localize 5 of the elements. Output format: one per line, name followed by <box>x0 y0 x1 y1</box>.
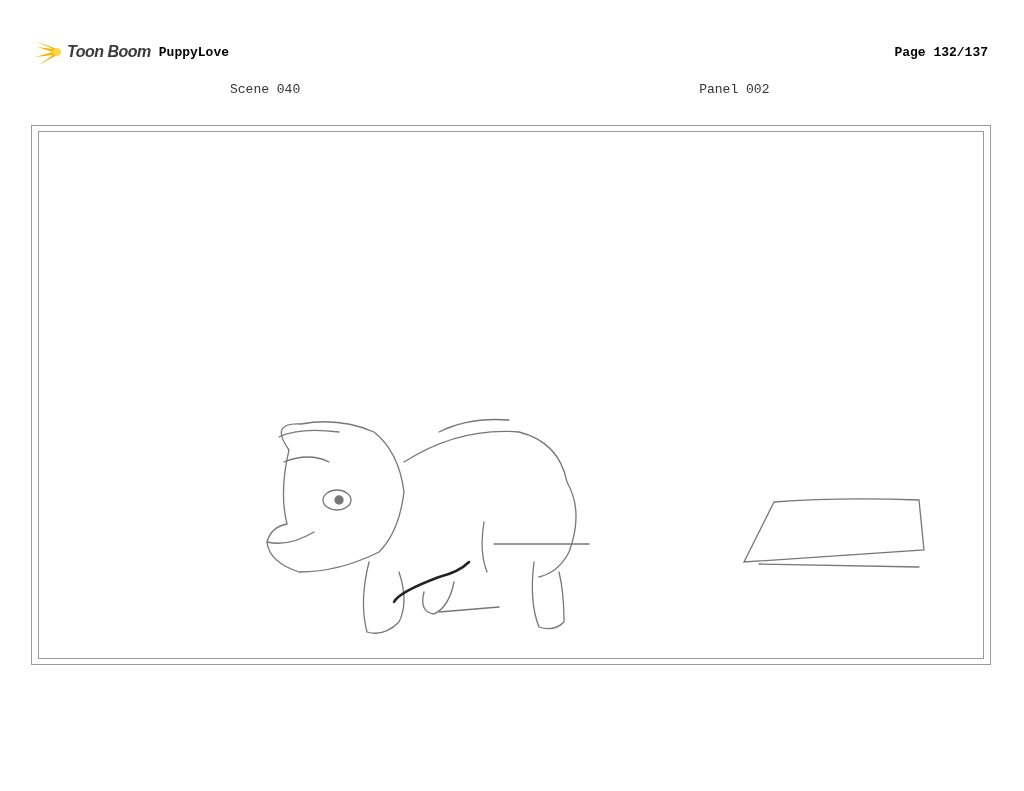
panel-label: Panel 002 <box>699 81 770 97</box>
page-number: Page 132/137 <box>894 44 988 60</box>
scene-label: Scene 040 <box>230 81 301 97</box>
logo-text: Toon Boom <box>67 43 151 61</box>
project-title: PuppyLove <box>158 44 229 60</box>
